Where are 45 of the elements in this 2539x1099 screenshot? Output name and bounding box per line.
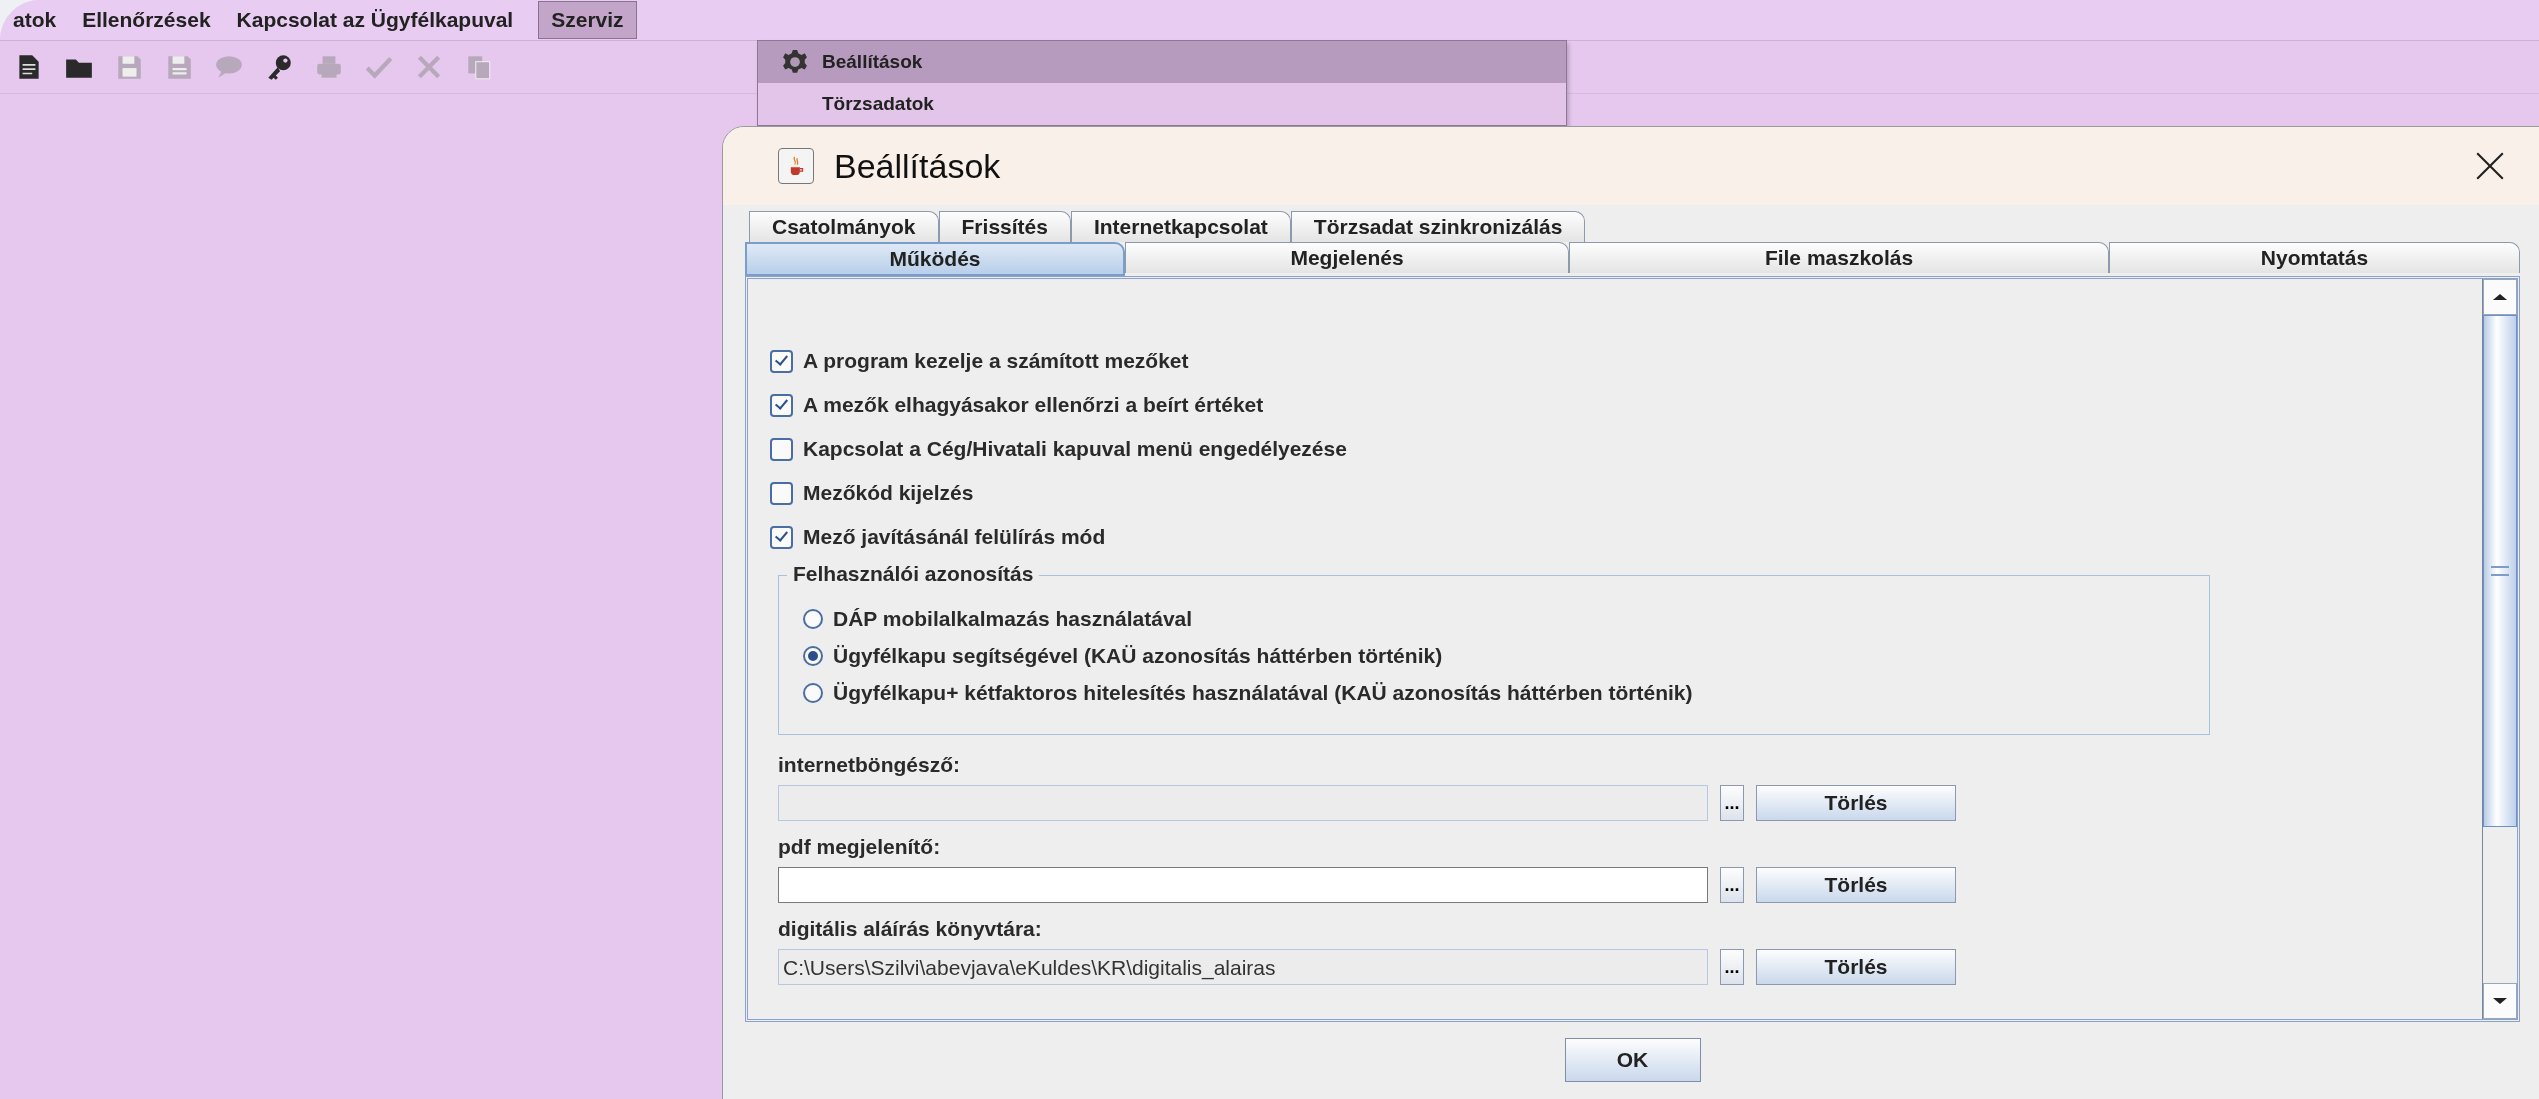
tab[interactable]: Megjelenés (1125, 242, 1569, 273)
checkbox[interactable] (770, 481, 793, 505)
checkbox-label: Mező javításánál felülírás mód (803, 525, 1106, 549)
ok-button[interactable]: OK (1564, 1038, 1701, 1082)
gear-icon (782, 49, 808, 75)
scroll-down-icon[interactable] (2483, 983, 2517, 1019)
field-label: digitális aláírás könyvtára: (778, 917, 1043, 941)
menu-item[interactable]: Ellenőrzések (69, 1, 224, 39)
checkbox-label: Mezőkód kijelzés (803, 481, 974, 505)
app-icon (778, 148, 814, 184)
radio-label: Ügyfélkapu segítségével (KAÜ azonosítás háttérben történik) (833, 643, 1443, 668)
tab[interactable]: File maszkolás (1569, 242, 2109, 273)
scrollbar[interactable] (2482, 279, 2517, 1019)
tab[interactable]: Csatolmányok (749, 211, 939, 242)
radio-label: Ügyfélkapu+ kétfaktoros hitelesítés használatával (KAÜ azonosítás háttérben történik) (833, 680, 1693, 705)
radio-label: DÁP mobilalkalmazás használatával (833, 606, 1193, 631)
menu-entry[interactable]: Törzsadatok (758, 83, 1566, 125)
menu-item[interactable]: Szerviz (538, 1, 637, 39)
radio-button[interactable] (803, 608, 823, 629)
field-label: pdf megjelenítő: (778, 835, 942, 859)
checkbox[interactable] (770, 349, 793, 373)
field-label: internetböngésző: (778, 753, 961, 777)
text-field[interactable] (778, 867, 1708, 903)
clear-button[interactable]: Törlés (1756, 867, 1956, 903)
radio-button[interactable] (803, 682, 823, 703)
checkbox[interactable] (770, 525, 793, 549)
checkbox-label: A program kezelje a számított mezőket (803, 349, 1189, 373)
checkbox[interactable] (770, 393, 793, 417)
scroll-up-icon[interactable] (2483, 279, 2517, 315)
tab[interactable]: Frissítés (938, 211, 1071, 242)
tab[interactable]: Internetkapcsolat (1070, 211, 1291, 242)
tab[interactable]: Törzsadat szinkronizálás (1290, 211, 1586, 242)
window-title: Beállítások (834, 146, 1002, 186)
radio-button[interactable] (803, 645, 823, 666)
menu-entry[interactable]: Beállítások (758, 41, 1566, 83)
tab[interactable]: Működés (745, 242, 1125, 276)
menu-item[interactable]: atok (0, 1, 70, 39)
scroll-thumb[interactable] (2483, 315, 2517, 827)
close-icon[interactable] (2474, 150, 2506, 182)
checkbox[interactable] (770, 437, 793, 461)
checkbox-label: Kapcsolat a Cég/Hivatali kapuval menü engedélyezése (803, 437, 1347, 461)
menu-item[interactable]: Kapcsolat az Ügyfélkapuval (223, 1, 527, 39)
checkbox-label: A mezők elhagyásakor ellenőrzi a beírt értéket (803, 393, 1264, 417)
browse-button[interactable]: ... (1720, 867, 1744, 903)
tab[interactable]: Nyomtatás (2109, 242, 2520, 273)
